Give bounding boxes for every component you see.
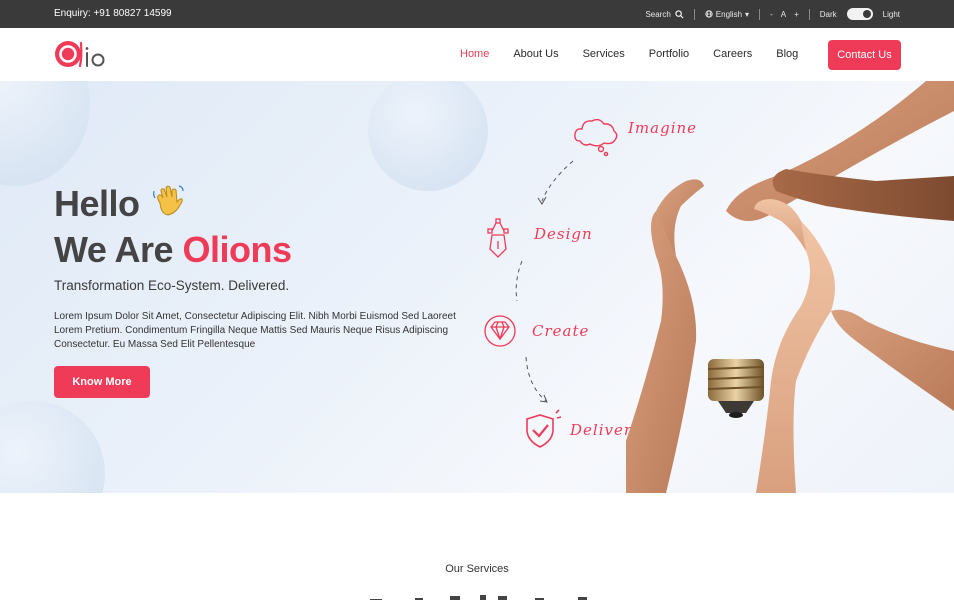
toggle-knob [862,10,871,18]
cloud-icon [574,118,618,157]
step-deliver: Deliver [570,421,633,439]
divider [759,8,761,20]
know-more-button[interactable]: Know More [54,366,150,398]
hero-description: Lorem Ipsum Dolor Sit Amet, Consectetur … [54,311,456,350]
arrow-connector [515,260,523,302]
hero-brand-name: Olions [182,229,293,270]
contact-us-button[interactable]: Contact Us [828,40,901,70]
hands-lightbulb-photo [626,81,954,493]
arrow-connector [525,356,547,402]
divider [808,8,810,20]
arrow-connector [541,160,574,202]
hero-title: We Are Olions [54,229,292,271]
chevron-down-icon: ▾ [745,9,750,19]
top-bar-controls: Search English ▾ - A + Dark Light [645,6,900,22]
decorative-bubble [0,401,105,493]
hero-section: Hello We Are Olions Transformation Eco-S… [0,81,954,493]
nav-item-about-us[interactable]: About Us [513,48,558,60]
hero-tagline: Transformation Eco-System. Delivered. [54,278,290,293]
shield-check-icon [526,409,562,448]
theme-toggle[interactable] [846,8,873,20]
light-label: Light [882,9,900,19]
nav-item-portfolio[interactable]: Portfolio [649,48,689,60]
nav-item-blog[interactable]: Blog [776,48,798,60]
nav-item-services[interactable]: Services [583,48,625,60]
diamond-icon [484,315,516,347]
light-bulb [707,359,765,418]
divider [693,8,695,20]
main-nav: Home About Us Services Portfolio Careers… [0,28,954,81]
waving-hand-icon [153,185,184,216]
step-design: Design [534,225,593,243]
globe-icon [705,10,713,18]
search-label: Search [645,9,671,19]
font-default-button[interactable]: A [781,10,786,19]
dark-label: Dark [819,9,837,19]
services-heading-peek [370,595,587,600]
decorative-bubble [0,81,90,186]
olio-logo[interactable] [54,39,110,71]
nav-menu: Home About Us Services Portfolio Careers… [460,48,822,60]
nav-item-home[interactable]: Home [460,48,489,60]
nav-item-careers[interactable]: Careers [713,48,752,60]
top-bar: Enquiry: +91 80827 14599 Search English … [0,0,954,28]
hero-we-are: We Are [54,229,183,270]
font-decrease-button[interactable]: - [770,10,773,19]
step-create: Create [532,322,590,340]
search-button[interactable]: Search [645,9,684,19]
hero-hello-heading: Hello [54,183,140,224]
services-section-label: Our Services [445,563,509,575]
enquiry-phone[interactable]: Enquiry: +91 80827 14599 [54,8,172,19]
language-select[interactable]: English ▾ [705,10,749,19]
search-icon [675,9,684,18]
font-size-controls: - A + [770,10,799,19]
font-increase-button[interactable]: + [794,10,799,19]
pen-tool-icon [487,218,509,258]
language-label: English [715,9,743,19]
